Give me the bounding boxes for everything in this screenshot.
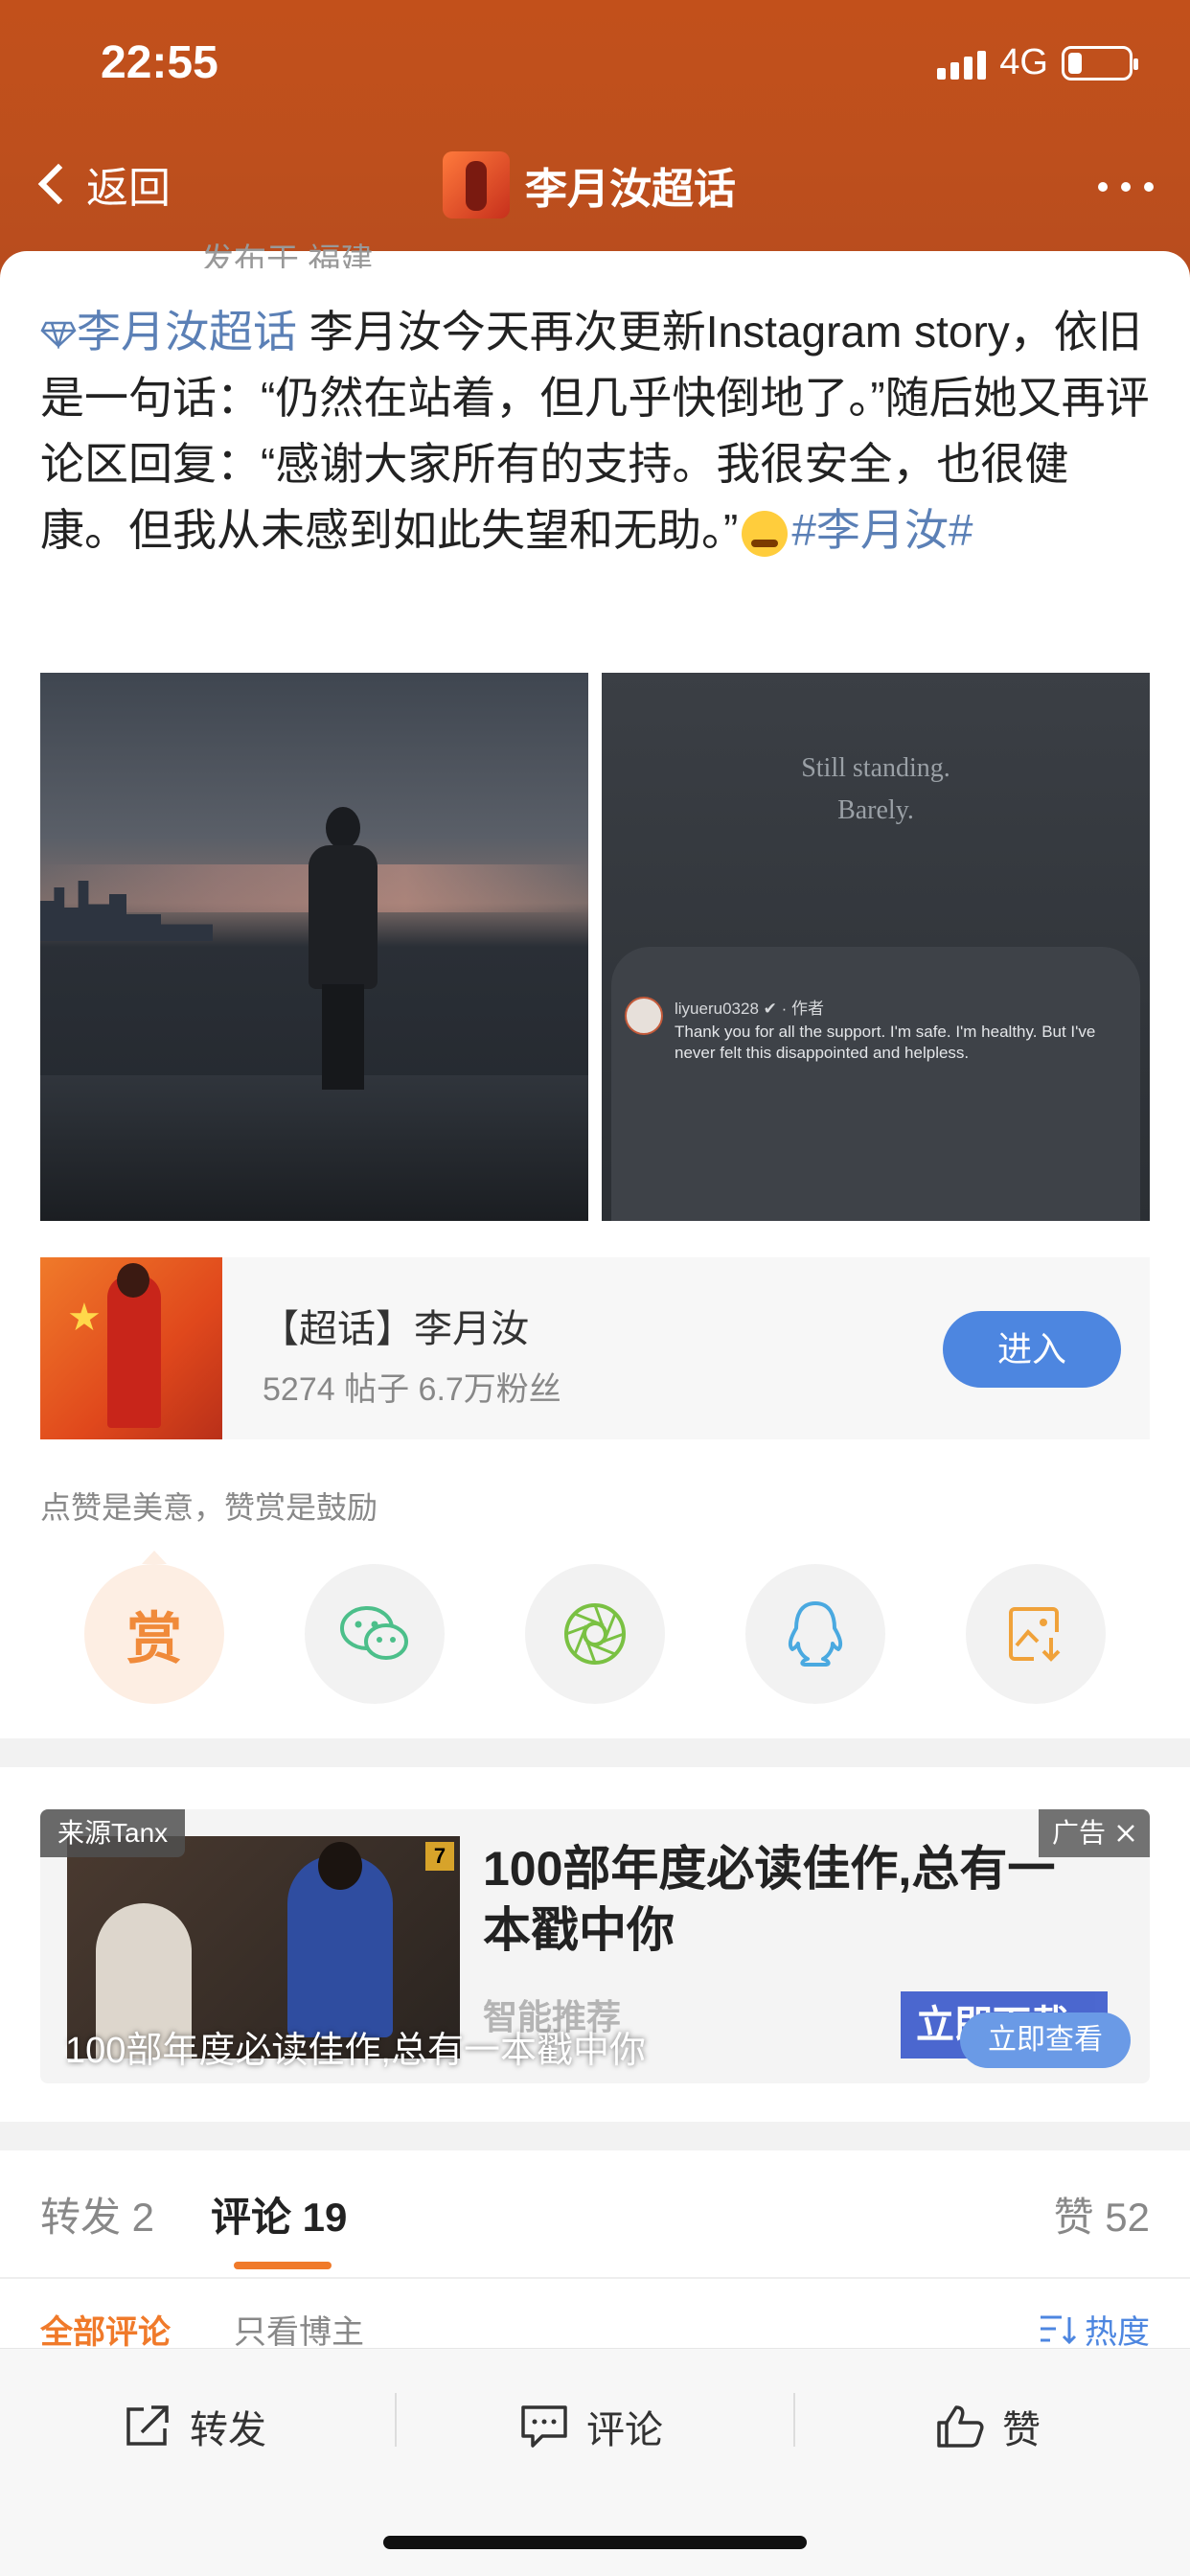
wechat-icon	[340, 1606, 408, 1660]
ad-banner[interactable]: 7 来源Tanx 广告 100部年度必读佳作,总有一本戳中你 智能推荐 立即下载…	[40, 1809, 1150, 2083]
status-time: 22:55	[101, 37, 218, 88]
reward-icon: 赏	[126, 1608, 182, 1670]
reward-hint: 点赞是美意，赞赏是鼓励	[40, 1490, 378, 1525]
filter-author-only[interactable]: 只看博主	[234, 2306, 364, 2353]
battery-icon	[1062, 45, 1138, 80]
save-image-button[interactable]	[966, 1564, 1106, 1704]
back-button[interactable]: 返回	[33, 153, 171, 215]
supertopic-image: ★	[40, 1257, 222, 1439]
reward-button[interactable]: 赏	[84, 1551, 224, 1704]
tab-repost[interactable]: 转发 2	[40, 2185, 154, 2243]
post-image-1[interactable]	[40, 673, 588, 1221]
share-qq-button[interactable]	[745, 1564, 885, 1704]
active-tab-indicator	[234, 2262, 332, 2269]
like-button[interactable]: 赞	[935, 2399, 1041, 2454]
section-separator	[0, 1738, 1190, 1767]
topic-link[interactable]: 李月汝超话	[40, 307, 297, 356]
moments-icon	[564, 1603, 626, 1665]
enter-button[interactable]: 进入	[943, 1311, 1121, 1388]
supertopic-stats: 5274 帖子 6.7万粉丝	[263, 1371, 561, 1408]
comment-filters: 全部评论 只看博主 热度	[40, 2306, 1150, 2354]
story-text: Still standing. Barely.	[801, 753, 950, 825]
thumbs-up-icon	[937, 2405, 984, 2448]
more-icon[interactable]	[1098, 182, 1154, 192]
repost-button[interactable]: 转发	[123, 2399, 266, 2454]
home-indicator[interactable]	[383, 2536, 807, 2549]
post-location: 发布于 福建	[201, 242, 374, 268]
section-separator	[0, 2122, 1190, 2150]
filter-all-comments[interactable]: 全部评论	[40, 2306, 171, 2353]
interaction-tabs: 转发 2 评论 19 赞 52	[40, 2185, 1150, 2269]
app-header: 22:55 4G 返回 李月汝超话	[0, 0, 1190, 278]
ad-source: 来源Tanx	[40, 1809, 186, 1857]
tab-likes[interactable]: 赞 52	[1054, 2185, 1150, 2243]
story-comment-panel: liyueru0328 ✔ · 作者 Thank you for all the…	[611, 947, 1140, 1221]
back-label: 返回	[86, 165, 171, 212]
share-wechat-button[interactable]	[305, 1564, 445, 1704]
ad-badge: 7	[425, 1842, 454, 1871]
supertopic-card[interactable]: ★ 【超话】李月汝 5274 帖子 6.7万粉丝 进入	[40, 1257, 1150, 1439]
share-row: 赏	[84, 1551, 1106, 1704]
divider	[793, 2393, 795, 2447]
share-moments-button[interactable]	[525, 1564, 665, 1704]
sort-button[interactable]: 热度	[1039, 2306, 1150, 2353]
hashtag-link[interactable]: #李月汝#	[791, 505, 973, 555]
post-body: 李月汝超话 李月汝今天再次更新Instagram story，依旧是一句话：“仍…	[40, 299, 1152, 564]
chevron-left-icon	[37, 163, 80, 205]
post-image-2[interactable]: Still standing. Barely. liyueru0328 ✔ · …	[602, 673, 1150, 1221]
tab-comments[interactable]: 评论 19	[211, 2185, 347, 2243]
sort-icon	[1041, 2315, 1077, 2344]
comment-text: Thank you for all the support. I'm safe.…	[675, 1023, 1096, 1062]
diamond-icon	[40, 321, 77, 351]
comment-button[interactable]: 评论	[519, 2399, 663, 2454]
close-icon	[1117, 1825, 1134, 1842]
signal-icon	[937, 47, 987, 80]
comment-username: liyueru0328 ✔ · 作者	[675, 1000, 824, 1018]
ad-overlay-text: 100部年度必读佳作,总有一本戳中你	[65, 2031, 646, 2071]
status-indicators: 4G	[937, 42, 1138, 83]
qq-icon	[788, 1601, 843, 1667]
page-title-text: 李月汝超话	[525, 166, 736, 213]
crying-emoji-icon	[742, 510, 789, 557]
repost-icon	[126, 2405, 169, 2446]
network-type: 4G	[999, 42, 1048, 82]
comment-icon	[521, 2405, 567, 2448]
divider	[395, 2393, 397, 2447]
page-title: 李月汝超话	[443, 151, 736, 218]
divider	[0, 2277, 1190, 2279]
avatar	[625, 997, 663, 1035]
save-image-icon	[1009, 1607, 1061, 1662]
topic-avatar	[443, 151, 510, 218]
ad-view-button[interactable]: 立即查看	[960, 2012, 1131, 2068]
supertopic-title: 【超话】李月汝	[261, 1308, 529, 1350]
person-silhouette	[299, 807, 385, 1094]
ad-title: 100部年度必读佳作,总有一本戳中你	[483, 1842, 1056, 1957]
